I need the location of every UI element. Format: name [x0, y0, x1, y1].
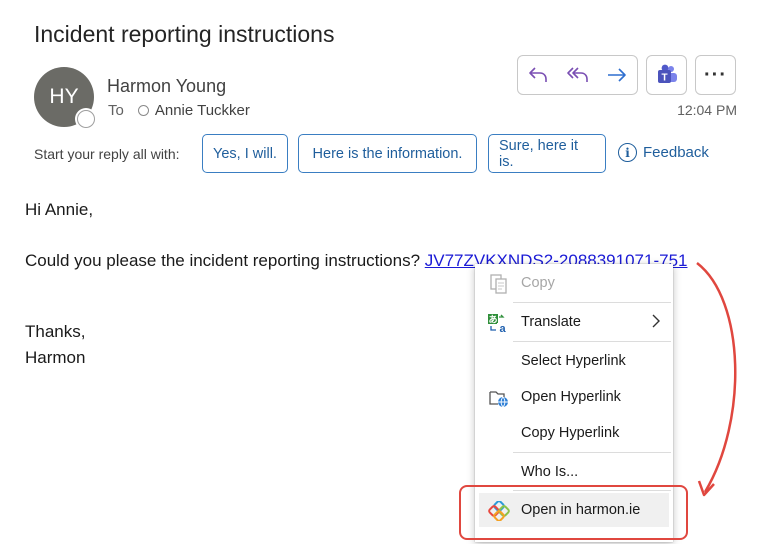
translate-icon: あ a	[488, 314, 508, 333]
svg-text:T: T	[661, 73, 667, 84]
sender-name[interactable]: Harmon Young	[107, 76, 226, 97]
svg-text:あ: あ	[488, 315, 497, 325]
body-greeting: Hi Annie,	[25, 200, 94, 219]
recipient-presence-icon	[137, 105, 149, 116]
suggested-reply-label: Start your reply all with:	[34, 146, 180, 162]
email-subject: Incident reporting instructions	[34, 21, 335, 47]
reply-button[interactable]	[518, 56, 558, 94]
reply-all-button[interactable]	[558, 56, 598, 94]
menu-item-label: Select Hyperlink	[521, 353, 626, 369]
forward-icon	[608, 68, 626, 82]
copy-icon	[490, 274, 507, 294]
recipient-row: To Annie Tuckker	[108, 102, 250, 119]
sep-2	[513, 341, 671, 342]
body-closing: Thanks,	[25, 322, 86, 341]
teams-button[interactable]: T	[646, 55, 687, 95]
timestamp: 12:04 PM	[677, 102, 737, 118]
reply-all-icon	[566, 67, 588, 82]
feedback-link[interactable]: i Feedback	[618, 143, 709, 162]
avatar-initials: HY	[49, 85, 79, 108]
teams-icon: T	[657, 64, 677, 84]
forward-button[interactable]	[597, 56, 637, 94]
menu-item-label: Copy	[521, 275, 555, 291]
menu-item-copy[interactable]: Copy	[475, 266, 673, 300]
info-icon: i	[618, 143, 637, 162]
sep-1	[513, 302, 671, 303]
annotation-highlight-box	[459, 485, 688, 540]
to-label: To	[108, 102, 124, 119]
menu-item-open-hyperlink[interactable]: Open Hyperlink	[475, 380, 673, 414]
sep-3	[513, 452, 671, 453]
menu-item-copy-hyperlink[interactable]: Copy Hyperlink	[475, 416, 673, 450]
suggested-reply-chip-3[interactable]: Sure, here it is.	[488, 134, 606, 173]
recipient-name[interactable]: Annie Tuckker	[155, 102, 250, 119]
reply-icon	[529, 67, 547, 82]
chevron-right-icon	[652, 314, 660, 328]
presence-indicator	[77, 110, 95, 128]
body-signature: Harmon	[25, 348, 86, 367]
reply-actions-group	[517, 55, 638, 95]
body-line-text: Could you please the incident reporting …	[25, 251, 425, 270]
suggested-reply-chip-1[interactable]: Yes, I will.	[202, 134, 288, 173]
menu-item-label: Who Is...	[521, 464, 579, 480]
feedback-label: Feedback	[643, 144, 709, 161]
menu-item-select-hyperlink[interactable]: Select Hyperlink	[475, 344, 673, 378]
menu-item-label: Copy Hyperlink	[521, 425, 620, 441]
menu-item-translate[interactable]: あ a Translate	[475, 305, 673, 339]
more-icon: ···	[704, 63, 727, 86]
open-hyperlink-icon	[489, 391, 508, 408]
menu-item-who-is[interactable]: Who Is...	[475, 455, 673, 489]
svg-text:a: a	[499, 323, 506, 333]
menu-item-label: Translate	[521, 314, 581, 330]
suggested-reply-chip-2[interactable]: Here is the information.	[298, 134, 477, 173]
more-options-button[interactable]: ···	[695, 55, 736, 95]
menu-item-label: Open Hyperlink	[521, 389, 621, 405]
